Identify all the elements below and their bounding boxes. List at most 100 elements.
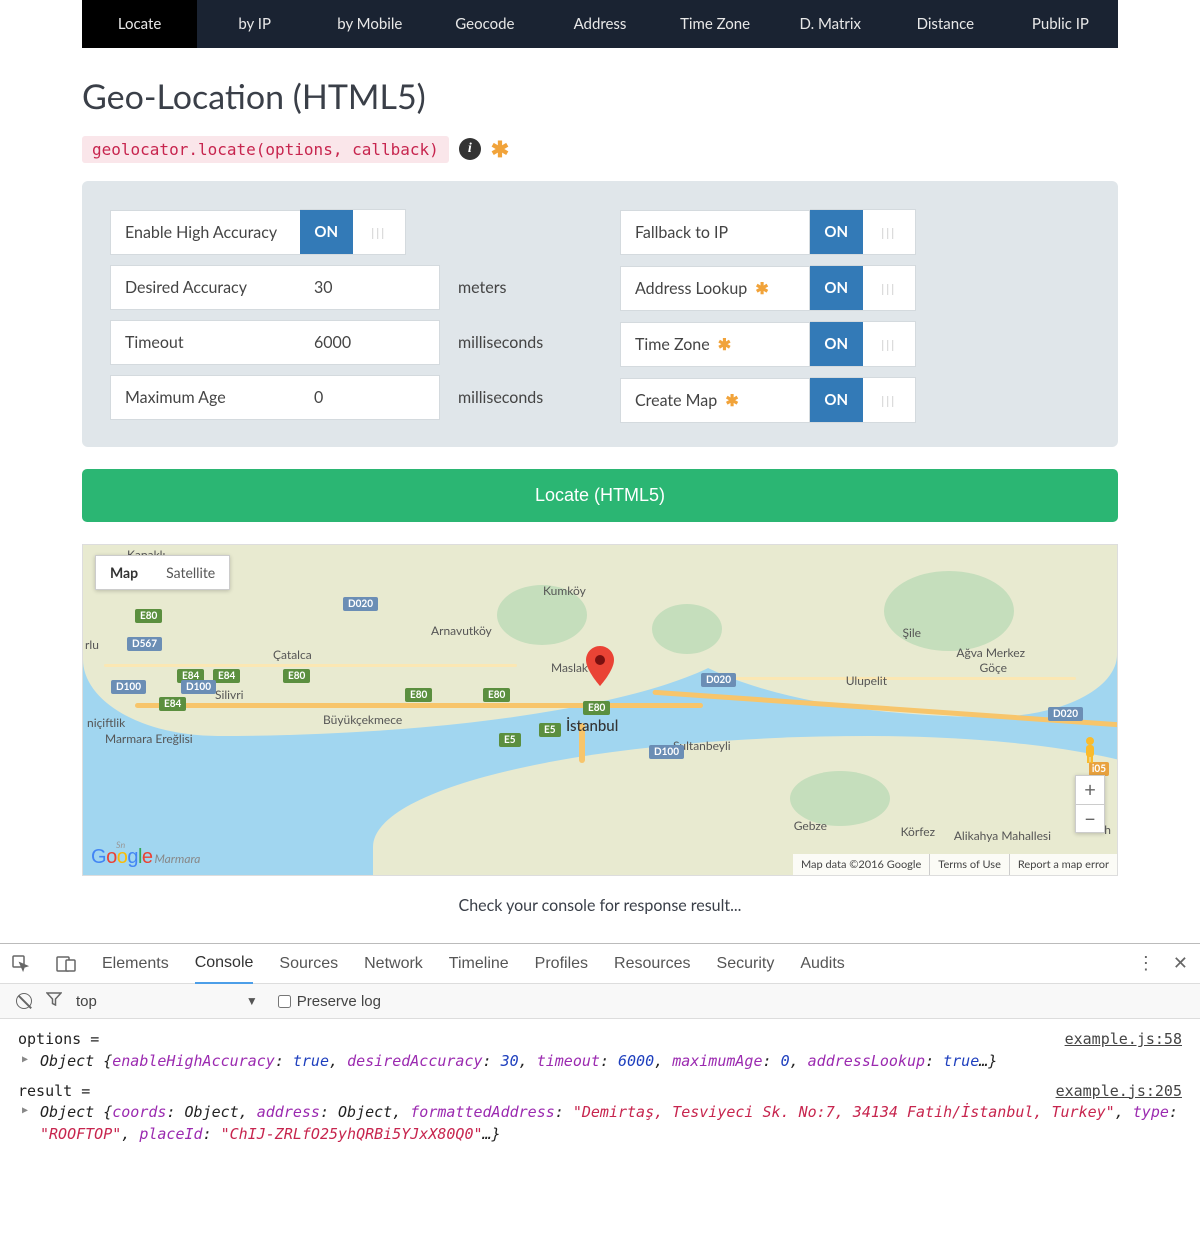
route-badge: E5 xyxy=(499,733,521,747)
devtools-tab-timeline[interactable]: Timeline xyxy=(449,945,509,983)
map-type-control: Map Satellite xyxy=(95,555,230,590)
route-badge: E80 xyxy=(135,609,162,623)
route-badge: E80 xyxy=(483,688,510,702)
asterisk-icon: ✱ xyxy=(755,279,768,298)
map-attribution: Map data ©2016 Google Terms of Use Repor… xyxy=(793,854,1117,875)
route-badge: E80 xyxy=(405,688,432,702)
devtools-tab-network[interactable]: Network xyxy=(364,945,423,983)
devtools-close-icon[interactable]: ✕ xyxy=(1173,953,1188,974)
device-toggle-icon[interactable] xyxy=(56,956,76,972)
map[interactable]: Map Satellite Kapaklı Kumköy Arnavutköy … xyxy=(82,544,1118,876)
map-type-map[interactable]: Map xyxy=(96,556,152,589)
console-source-link[interactable]: example.js:205 xyxy=(1036,1081,1182,1103)
chevron-down-icon[interactable]: ▼ xyxy=(246,994,258,1008)
devtools-tab-security[interactable]: Security xyxy=(717,945,775,983)
route-badge: D567 xyxy=(127,637,162,651)
console-label: result = xyxy=(18,1081,90,1103)
devtools-tab-audits[interactable]: Audits xyxy=(800,945,844,983)
console-source-link[interactable]: example.js:58 xyxy=(1045,1029,1182,1051)
console-filter-bar: top ▼ Preserve log xyxy=(0,984,1200,1019)
code-signature: geolocator.locate(options, callback) xyxy=(82,136,449,163)
pegman-icon[interactable] xyxy=(1075,735,1105,765)
option-label: Fallback to IP xyxy=(620,210,810,255)
map-label: Arnavutköy xyxy=(431,623,492,638)
clear-console-icon[interactable] xyxy=(16,993,32,1009)
option-input[interactable]: 6000 xyxy=(300,320,440,365)
option-row: Address Lookup ✱ON||| xyxy=(620,265,1090,311)
option-label: Create Map ✱ xyxy=(620,378,810,423)
route-badge: E80 xyxy=(283,669,310,683)
route-badge: D020 xyxy=(1048,707,1083,721)
nav-item-public-ip[interactable]: Public IP xyxy=(1003,0,1118,48)
map-label: Alikahya Mahallesi xyxy=(954,828,1051,843)
nav-item-d-matrix[interactable]: D. Matrix xyxy=(773,0,888,48)
map-label: niçiftlik xyxy=(87,715,125,730)
route-badge: E80 xyxy=(583,701,610,715)
map-label: Ulupelit xyxy=(846,673,887,688)
option-unit: milliseconds xyxy=(440,333,543,352)
option-label: Time Zone ✱ xyxy=(620,322,810,367)
console-object[interactable]: Object {enableHighAccuracy: true, desire… xyxy=(18,1051,1182,1073)
toggle[interactable]: ON||| xyxy=(810,209,916,255)
map-terms-link[interactable]: Terms of Use xyxy=(929,854,1009,875)
devtools-tab-elements[interactable]: Elements xyxy=(102,945,169,983)
option-row: Desired Accuracy30meters xyxy=(110,265,580,310)
console-hint: Check your console for response result..… xyxy=(82,896,1118,915)
map-label: Silivri xyxy=(215,687,244,702)
context-selector[interactable]: top xyxy=(76,993,97,1010)
console-label: options = xyxy=(18,1029,99,1051)
toggle[interactable]: ON||| xyxy=(810,377,916,423)
toggle[interactable]: ON||| xyxy=(810,321,916,367)
console-object[interactable]: Object {coords: Object, address: Object,… xyxy=(18,1102,1182,1146)
devtools-tabs: Elements Console Sources Network Timeline Pro… xyxy=(0,944,1200,984)
preserve-log-checkbox[interactable] xyxy=(278,995,291,1008)
devtools-tab-resources[interactable]: Resources xyxy=(614,945,690,983)
nav-item-distance[interactable]: Distance xyxy=(888,0,1003,48)
asterisk-icon: ✱ xyxy=(725,391,738,410)
asterisk-icon: ✱ xyxy=(718,335,731,354)
nav-item-time-zone[interactable]: Time Zone xyxy=(658,0,773,48)
option-row: Timeout6000milliseconds xyxy=(110,320,580,365)
option-label: Address Lookup ✱ xyxy=(620,266,810,311)
zoom-in-button[interactable]: + xyxy=(1076,776,1104,804)
option-row: Create Map ✱ON||| xyxy=(620,377,1090,423)
page-title: Geo-Location (HTML5) xyxy=(82,76,1118,117)
map-label: Büyükçekmece xyxy=(323,712,402,727)
info-icon[interactable]: i xyxy=(459,138,481,160)
route-badge: D100 xyxy=(649,745,684,759)
route-badge: D100 xyxy=(181,680,216,694)
map-label: Marmara Ereğlisi xyxy=(105,731,193,746)
map-report-link[interactable]: Report a map error xyxy=(1009,854,1117,875)
element-picker-icon[interactable] xyxy=(12,955,30,973)
preserve-log-label: Preserve log xyxy=(297,993,381,1010)
map-type-satellite[interactable]: Satellite xyxy=(152,556,229,589)
zoom-out-button[interactable]: − xyxy=(1076,804,1104,832)
nav-item-locate[interactable]: Locate xyxy=(82,0,197,48)
nav-item-by-mobile[interactable]: by Mobile xyxy=(312,0,427,48)
option-unit: meters xyxy=(440,278,506,297)
nav-item-address[interactable]: Address xyxy=(542,0,657,48)
nav-item-geocode[interactable]: Geocode xyxy=(427,0,542,48)
toggle[interactable]: ON||| xyxy=(300,209,406,255)
map-label: Maslak xyxy=(551,660,588,675)
option-input[interactable]: 0 xyxy=(300,375,440,420)
devtools-tab-console[interactable]: Console xyxy=(195,944,254,984)
code-signature-row: geolocator.locate(options, callback) i ✱ xyxy=(82,135,1118,163)
map-label: h xyxy=(1104,822,1111,837)
devtools-tab-sources[interactable]: Sources xyxy=(279,945,338,983)
filter-icon[interactable] xyxy=(46,992,62,1010)
locate-button[interactable]: Locate (HTML5) xyxy=(82,469,1118,522)
devtools-tab-profiles[interactable]: Profiles xyxy=(535,945,588,983)
nav-item-by-ip[interactable]: by IP xyxy=(197,0,312,48)
toggle[interactable]: ON||| xyxy=(810,265,916,311)
route-badge: E84 xyxy=(213,669,240,683)
option-input[interactable]: 30 xyxy=(300,265,440,310)
option-label: Enable High Accuracy xyxy=(110,210,300,255)
asterisk-icon: ✱ xyxy=(491,135,509,163)
option-unit: milliseconds xyxy=(440,388,543,407)
route-badge: D020 xyxy=(343,597,378,611)
map-label: Ağva Merkez xyxy=(956,645,1025,660)
devtools-menu-icon[interactable]: ⋮ xyxy=(1137,953,1155,974)
options-panel: Enable High AccuracyON|||Desired Accurac… xyxy=(82,181,1118,447)
map-label: Göçe xyxy=(980,660,1007,675)
